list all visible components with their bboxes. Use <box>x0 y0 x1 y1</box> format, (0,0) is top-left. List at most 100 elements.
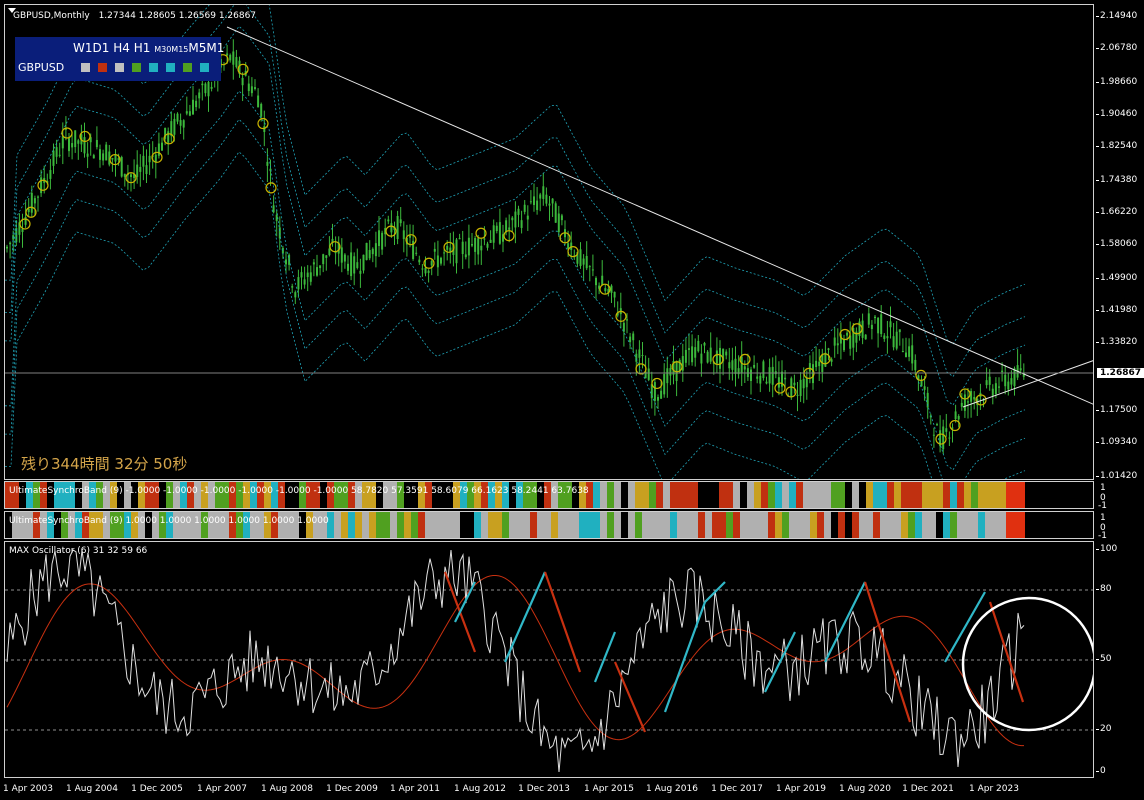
tf-m30[interactable]: M30 <box>154 45 171 54</box>
tf-m1[interactable]: M1 <box>206 41 224 55</box>
candle-body <box>951 427 954 429</box>
price-tick: 1.33820 <box>1095 337 1138 347</box>
candle-body <box>99 149 101 160</box>
osc-trend-segment <box>503 571 547 663</box>
band-stripe <box>817 512 824 538</box>
band-stripe <box>747 512 754 538</box>
band-stripe <box>929 512 936 538</box>
candle-body <box>1007 381 1010 390</box>
tf-h4[interactable]: H4 <box>113 41 130 55</box>
candle-body <box>350 252 353 277</box>
price-tick: 2.14940 <box>1095 11 1138 21</box>
candle-body <box>161 142 163 151</box>
band-stripe <box>677 512 684 538</box>
band-stripe <box>726 512 733 538</box>
tf-m15[interactable]: M15 <box>171 45 188 54</box>
candle-body <box>195 100 198 108</box>
candle-body <box>347 263 349 271</box>
time-tick: 1 Dec 2013 <box>518 784 570 794</box>
band-stripe <box>803 482 810 508</box>
time-tick: 1 Dec 2021 <box>902 784 954 794</box>
ascending-trendline[interactable] <box>962 360 1093 408</box>
candle-body <box>260 103 263 117</box>
osc-axis-50: 50 <box>1095 654 1112 664</box>
candle-body <box>973 396 976 400</box>
candle-body <box>179 120 182 126</box>
candle-body <box>157 143 160 156</box>
candle-body <box>638 349 641 358</box>
band-stripe <box>593 512 600 538</box>
price-chart-pane[interactable]: GBPUSD,Monthly 1.27344 1.28605 1.26569 1… <box>4 4 1094 480</box>
candle-body <box>526 215 529 220</box>
band-stripe <box>621 512 628 538</box>
candle-body <box>359 270 362 274</box>
synchro-band-pane-2[interactable]: UltimateSynchroBand (9) 1.0000 1.0000 1.… <box>4 511 1094 539</box>
band-stripe <box>649 482 656 508</box>
candle-body <box>74 130 77 148</box>
candle-body <box>477 238 480 255</box>
candle-body <box>743 366 746 370</box>
candle-body <box>762 361 765 379</box>
candle-body <box>316 267 318 276</box>
oscillator-axis: 100 80 50 20 0 <box>1095 541 1144 778</box>
candle-body <box>508 227 511 230</box>
band-stripe <box>698 482 705 508</box>
osc-trend-segment <box>543 571 582 673</box>
candle-body <box>719 347 721 369</box>
band-stripe <box>859 512 866 538</box>
candle-body <box>1004 374 1007 387</box>
candle-body <box>362 254 365 271</box>
candle-body <box>71 143 74 148</box>
candle-body <box>691 346 694 363</box>
candle-body <box>833 337 836 346</box>
candle-body <box>663 373 666 395</box>
band-stripe <box>810 512 817 538</box>
signal-circle-marker <box>567 246 579 258</box>
time-tick: 1 Aug 2004 <box>66 784 118 794</box>
synchro-band-pane-1[interactable]: UltimateSynchroBand (9) -1.0000 -1.0000 … <box>4 481 1094 509</box>
candle-body <box>142 155 145 167</box>
osc-axis-0: 0 <box>1096 766 1106 776</box>
candle-body <box>908 346 911 357</box>
candle-body <box>520 220 523 228</box>
candle-body <box>272 205 275 213</box>
band-stripe <box>768 512 775 538</box>
candle-body <box>511 217 514 221</box>
indicator2-label: UltimateSynchroBand (9) 1.0000 1.0000 1.… <box>9 516 329 526</box>
candle-body <box>182 120 185 128</box>
band-stripe <box>985 482 992 508</box>
candle-body <box>963 394 966 411</box>
candle-body <box>960 402 963 407</box>
tf-w1[interactable]: W1 <box>73 41 93 55</box>
signal-circle-marker <box>37 179 49 191</box>
candle-body <box>554 203 557 223</box>
indicator2-axis-neg1: -1 <box>1098 531 1107 541</box>
tf-m5[interactable]: M5 <box>188 41 206 55</box>
candle-body <box>923 386 926 390</box>
price-tick: 1.09340 <box>1095 437 1138 447</box>
max-oscillator-pane[interactable]: MAX Oscillator (6) 31 32 59 66 <box>4 541 1094 778</box>
candle-body <box>666 368 669 384</box>
candle-body <box>421 268 424 270</box>
osc-fast-white <box>6 549 1025 773</box>
band-line <box>5 151 1026 479</box>
candle-body <box>731 360 734 370</box>
timeframe-row: W1D1 H4 H1 M30M15M5M1 <box>73 41 224 55</box>
band-stripe <box>691 482 698 508</box>
candle-body <box>58 154 61 156</box>
band-stripe <box>642 482 649 508</box>
descending-trendline[interactable] <box>226 26 1093 405</box>
band-stripe <box>586 512 593 538</box>
candle-body <box>154 154 157 163</box>
tf-h1[interactable]: H1 <box>134 41 151 55</box>
candle-body <box>753 364 756 368</box>
band-stripe <box>418 512 425 538</box>
indicator1-axis-1: 1 <box>1100 483 1106 493</box>
candle-body <box>226 53 229 56</box>
band-stripe <box>579 512 586 538</box>
candle-body <box>440 257 442 264</box>
candle-body <box>486 243 489 248</box>
band-stripe-current <box>1015 512 1025 538</box>
tf-d1[interactable]: D1 <box>93 41 110 55</box>
band-stripe <box>754 482 761 508</box>
